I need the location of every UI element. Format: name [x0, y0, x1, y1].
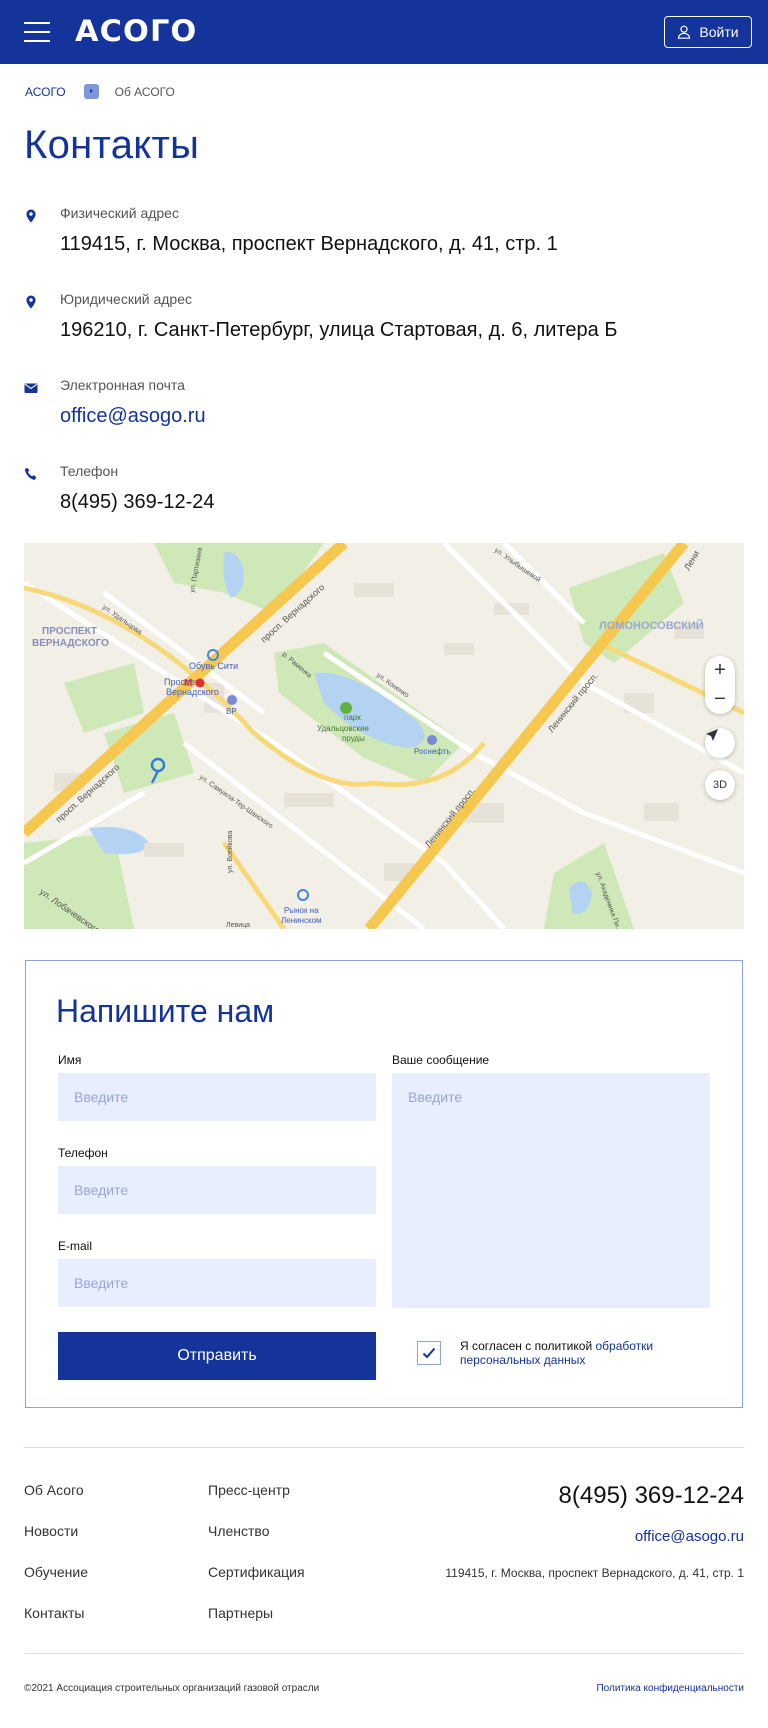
privacy-policy-footer-link[interactable]: Политика конфиденциальности	[596, 1683, 744, 1694]
map-label: Лени	[682, 549, 701, 572]
breadcrumb: АСОГО Об АСОГО	[25, 84, 175, 99]
contact-label: Электронная почта	[60, 377, 185, 393]
map-label: ул. Улыбышевой	[493, 546, 542, 584]
consent-label: Я согласен с политикой	[460, 1339, 596, 1353]
email-link[interactable]: office@asogo.ru	[60, 405, 206, 428]
metro-line-icon	[195, 678, 205, 688]
map[interactable]: ПРОСПЕКТ ВЕРНАДСКОГО ЛОМОНОСОВСКИЙ Просп…	[24, 543, 744, 929]
chevron-right-icon	[83, 84, 99, 99]
login-label: Войти	[699, 24, 739, 40]
message-textarea[interactable]	[392, 1073, 710, 1308]
contact-value: 196210, г. Санкт-Петербург, улица Старто…	[60, 319, 618, 341]
location-pin-icon	[26, 295, 36, 309]
message-label: Ваше сообщение	[392, 1053, 490, 1067]
consent-text: Я согласен с политикой обработки персона…	[460, 1339, 720, 1367]
location-pin-icon	[26, 209, 36, 223]
envelope-icon	[24, 383, 38, 393]
map-label: Рынок на	[284, 906, 319, 915]
breadcrumb-current[interactable]: Об АСОГО	[115, 85, 175, 99]
map-label: Удальцовские	[317, 724, 369, 733]
footer-phone[interactable]: 8(495) 369-12-24	[559, 1482, 744, 1510]
name-label: Имя	[58, 1053, 82, 1067]
email-label: E-mail	[58, 1239, 93, 1253]
phone-value: 8(495) 369-12-24	[60, 491, 215, 513]
submit-button[interactable]: Отправить	[58, 1332, 376, 1380]
zoom-in-button[interactable]: +	[705, 656, 735, 685]
zoom-out-button[interactable]: −	[705, 685, 735, 714]
geolocation-button[interactable]	[705, 728, 735, 758]
logo[interactable]: АСОГО	[75, 14, 197, 48]
map-label: Вернадского	[166, 687, 219, 697]
contact-value: 119415, г. Москва, проспект Вернадского,…	[60, 233, 558, 255]
footer-link-membership[interactable]: Членство	[208, 1523, 270, 1539]
footer-link-training[interactable]: Обучение	[24, 1564, 88, 1580]
login-button[interactable]: Войти	[664, 16, 752, 48]
form-title: Напишите нам	[56, 993, 275, 1029]
map-label: ПРОСПЕКТ	[42, 626, 97, 637]
map-3d-button[interactable]: 3D	[705, 770, 735, 800]
name-input[interactable]	[58, 1073, 376, 1121]
top-header: АСОГО Войти	[0, 0, 768, 64]
footer-link-contacts[interactable]: Контакты	[24, 1605, 84, 1621]
checkmark-icon	[422, 1347, 436, 1359]
phone-input[interactable]	[58, 1166, 376, 1214]
map-label: Левица	[226, 922, 250, 929]
contact-label: Юридический адрес	[60, 291, 193, 307]
park-marker-icon	[340, 702, 352, 714]
map-label: ЛОМОНОСОВСКИЙ	[599, 619, 704, 632]
phone-label: Телефон	[58, 1146, 108, 1160]
map-label: Роснефть	[414, 747, 451, 756]
contact-form: Напишите нам Имя Телефон E-mail Ваше соо…	[25, 960, 743, 1408]
map-label: Обувь Сити	[189, 661, 238, 671]
footer-email-link[interactable]: office@asogo.ru	[635, 1528, 744, 1545]
breadcrumb-home-link[interactable]: АСОГО	[25, 85, 66, 99]
footer-link-news[interactable]: Новости	[24, 1523, 78, 1539]
footer-address: 119415, г. Москва, проспект Вернадского,…	[445, 1566, 744, 1580]
footer-link-partners[interactable]: Партнеры	[208, 1605, 273, 1621]
page-title: Контакты	[24, 123, 200, 167]
footer-link-about[interactable]: Об Асого	[24, 1482, 84, 1498]
email-input[interactable]	[58, 1259, 376, 1307]
consent-checkbox[interactable]	[417, 1341, 441, 1365]
gas-station-icon	[427, 735, 437, 745]
phone-icon	[24, 467, 37, 480]
footer-link-press[interactable]: Пресс-центр	[208, 1482, 290, 1498]
metro-icon: М	[184, 678, 192, 689]
footer-bottom-divider	[24, 1653, 744, 1654]
map-zoom-control: + −	[705, 656, 735, 714]
navigation-arrow-icon	[706, 729, 718, 741]
map-label: пруды	[342, 734, 365, 743]
contact-label: Телефон	[60, 463, 119, 479]
map-label: парк	[344, 713, 361, 722]
copyright: ©2021 Ассоциация строительных организаци…	[24, 1683, 320, 1694]
footer-divider	[24, 1447, 744, 1448]
hamburger-menu-icon[interactable]	[24, 22, 50, 42]
contact-label: Физический адрес	[60, 205, 179, 221]
footer-link-certification[interactable]: Сертификация	[208, 1564, 305, 1580]
map-label: Ленинском	[281, 916, 322, 925]
map-label: ул. Воейкова	[226, 831, 234, 873]
map-label: ВЕРНАДСКОГО	[32, 638, 109, 649]
map-canvas: ПРОСПЕКТ ВЕРНАДСКОГО ЛОМОНОСОВСКИЙ Просп…	[24, 543, 744, 929]
user-icon	[678, 25, 691, 39]
gas-station-icon	[227, 695, 237, 705]
map-label: BP	[226, 707, 237, 716]
market-marker-icon	[297, 889, 309, 901]
